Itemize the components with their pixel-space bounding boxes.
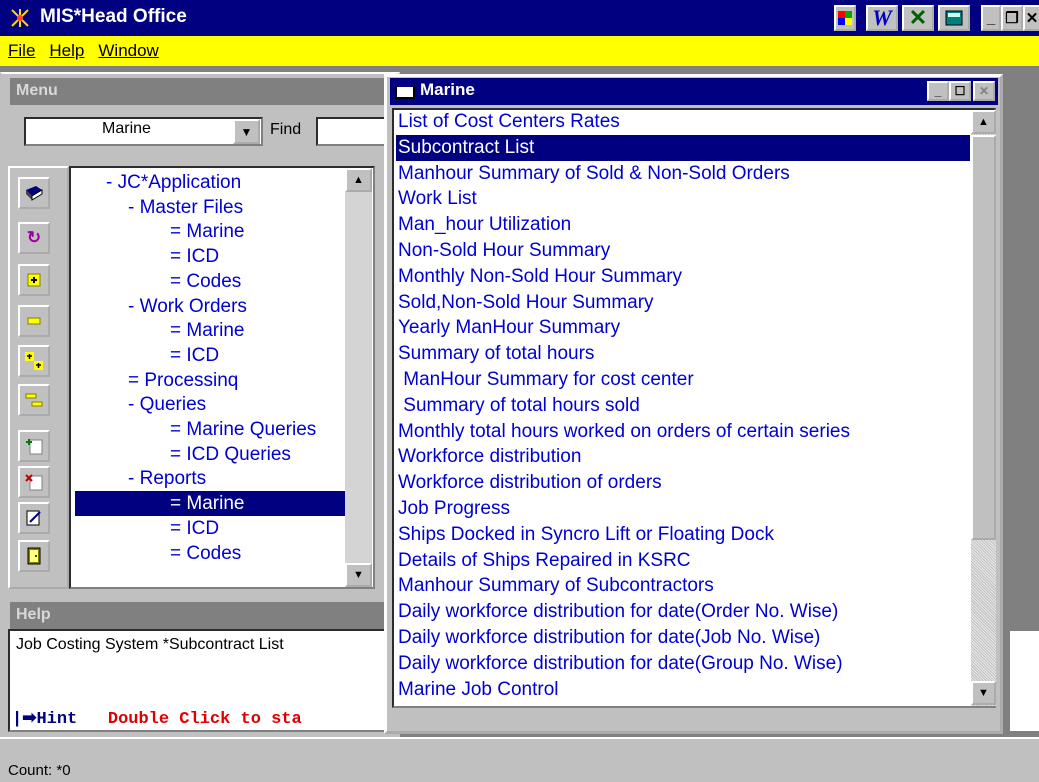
report-list-item[interactable]: Monthly Non-Sold Hour Summary <box>396 264 970 290</box>
book-icon[interactable] <box>18 177 50 209</box>
tree-node[interactable]: = ICD Queries <box>170 442 291 467</box>
menu-window[interactable]: Window <box>98 41 158 61</box>
edit-record-icon[interactable] <box>18 502 50 534</box>
tree-node[interactable]: = Marine <box>75 491 347 517</box>
report-list-item[interactable]: List of Cost Centers Rates <box>396 109 970 135</box>
report-list-item[interactable]: Sold,Non-Sold Hour Summary <box>396 290 970 316</box>
delete-record-icon[interactable] <box>18 466 50 498</box>
expand-all-icon[interactable] <box>18 345 50 377</box>
status-bar <box>0 737 1039 782</box>
report-list-item[interactable]: Monthly total hours worked on orders of … <box>396 419 970 445</box>
report-list-item[interactable]: Job Progress <box>396 496 970 522</box>
tree-node[interactable]: = Codes <box>170 269 241 294</box>
chevron-down-icon[interactable]: ▼ <box>233 119 260 144</box>
tree-node[interactable]: = Marine <box>170 219 244 244</box>
mdi-background-strip <box>1010 631 1039 731</box>
report-list-item[interactable]: Daily workforce distribution for date(Or… <box>396 599 970 625</box>
report-list-item[interactable]: Manhour Summary of Subcontractors <box>396 573 970 599</box>
tree-scrollbar[interactable]: ▲ ▼ <box>345 168 372 587</box>
scroll-down-icon[interactable]: ▼ <box>345 563 372 587</box>
exit-door-icon[interactable] <box>18 540 50 572</box>
marine-title: Marine <box>420 80 475 99</box>
hint-line: |➡Hint Double Click to sta <box>12 708 392 729</box>
report-list-item[interactable]: Summary of total hours sold <box>396 393 970 419</box>
report-list-item[interactable]: Workforce distribution <box>396 444 970 470</box>
excel-icon[interactable]: ✕ <box>902 5 934 31</box>
close-button[interactable]: ✕ <box>1023 5 1039 31</box>
collapse-all-icon[interactable] <box>18 384 50 416</box>
add-record-icon[interactable] <box>18 430 50 462</box>
marine-maximize-button[interactable]: ☐ <box>949 81 971 101</box>
report-list-item[interactable]: Details of Ships Repaired in KSRC <box>396 548 970 574</box>
menu-panel-header: Menu <box>10 78 394 105</box>
report-list-item[interactable]: Manhour Summary of Sold & Non-Sold Order… <box>396 161 970 187</box>
report-list-item[interactable]: ManHour Summary for cost center <box>396 367 970 393</box>
arrow-right-icon: |➡ <box>12 710 37 729</box>
tree-node[interactable]: = ICD <box>170 343 219 368</box>
report-list-item[interactable]: Marine Job Control <box>396 677 970 703</box>
scroll-thumb[interactable] <box>971 135 996 540</box>
tree-node[interactable]: = Processinq <box>128 368 238 393</box>
help-text: Job Costing System *Subcontract List <box>16 636 284 653</box>
color-tool-icon[interactable] <box>834 5 856 31</box>
status-count: Count: *0 <box>8 762 71 779</box>
list-scroll-up-icon[interactable]: ▲ <box>971 110 996 134</box>
menu-file[interactable]: File <box>8 41 35 61</box>
report-list-item[interactable]: Yearly ManHour Summary <box>396 315 970 341</box>
list-scroll-down-icon[interactable]: ▼ <box>971 681 996 705</box>
tree-node[interactable]: = Marine Queries <box>170 417 316 442</box>
tree-node[interactable]: - Work Orders <box>128 294 247 319</box>
module-combo-value[interactable]: Marine <box>24 120 229 138</box>
tree-node[interactable]: - Queries <box>128 392 206 417</box>
report-list-item[interactable]: Daily workforce distribution for date(Gr… <box>396 651 970 677</box>
restore-button[interactable]: ❐ <box>1001 5 1023 31</box>
tree-node[interactable]: - JC*Application <box>106 170 241 195</box>
refresh-icon[interactable]: ↻ <box>18 222 50 254</box>
hint-label: Hint <box>36 710 78 729</box>
marine-minimize-button[interactable]: _ <box>927 81 949 101</box>
report-list-item[interactable]: Summary of total hours <box>396 341 970 367</box>
calculator-icon[interactable] <box>938 5 970 31</box>
tree-node[interactable]: = ICD <box>170 516 219 541</box>
tree-node[interactable]: = Codes <box>170 541 241 566</box>
report-list-item[interactable]: Subcontract List <box>396 134 970 161</box>
collapse-icon[interactable] <box>18 305 50 337</box>
app-title: MIS*Head Office <box>40 6 187 27</box>
mis-app-icon[interactable] <box>8 6 32 30</box>
window-icon[interactable] <box>395 83 415 99</box>
word-icon[interactable]: W <box>866 5 898 31</box>
tree-node[interactable]: - Master Files <box>128 195 243 220</box>
minimize-button[interactable]: _ <box>981 5 1001 31</box>
report-list-item[interactable]: Non-Sold Hour Summary <box>396 238 970 264</box>
find-label: Find <box>270 121 302 138</box>
report-list-item[interactable]: Workforce distribution of orders <box>396 470 970 496</box>
expand-icon[interactable] <box>18 264 50 296</box>
report-list-item[interactable]: Ships Docked in Syncro Lift or Floating … <box>396 522 970 548</box>
marine-title-bar[interactable] <box>390 78 998 105</box>
report-list-item[interactable]: Daily workforce distribution for date(Jo… <box>396 625 970 651</box>
tree-node[interactable]: = Marine <box>170 318 244 343</box>
report-list-item[interactable]: Work List <box>396 186 970 212</box>
menu-bar: File Help Window <box>0 36 1039 66</box>
tree-node[interactable]: = ICD <box>170 244 219 269</box>
scroll-up-icon[interactable]: ▲ <box>345 168 372 192</box>
report-list-item[interactable]: Man_hour Utilization <box>396 212 970 238</box>
menu-help[interactable]: Help <box>49 41 84 61</box>
hint-text: Double Click to sta <box>107 710 302 729</box>
marine-close-button[interactable]: ✕ <box>973 81 995 101</box>
help-panel-header: Help <box>10 602 395 629</box>
tree-node[interactable]: - Reports <box>128 466 206 491</box>
